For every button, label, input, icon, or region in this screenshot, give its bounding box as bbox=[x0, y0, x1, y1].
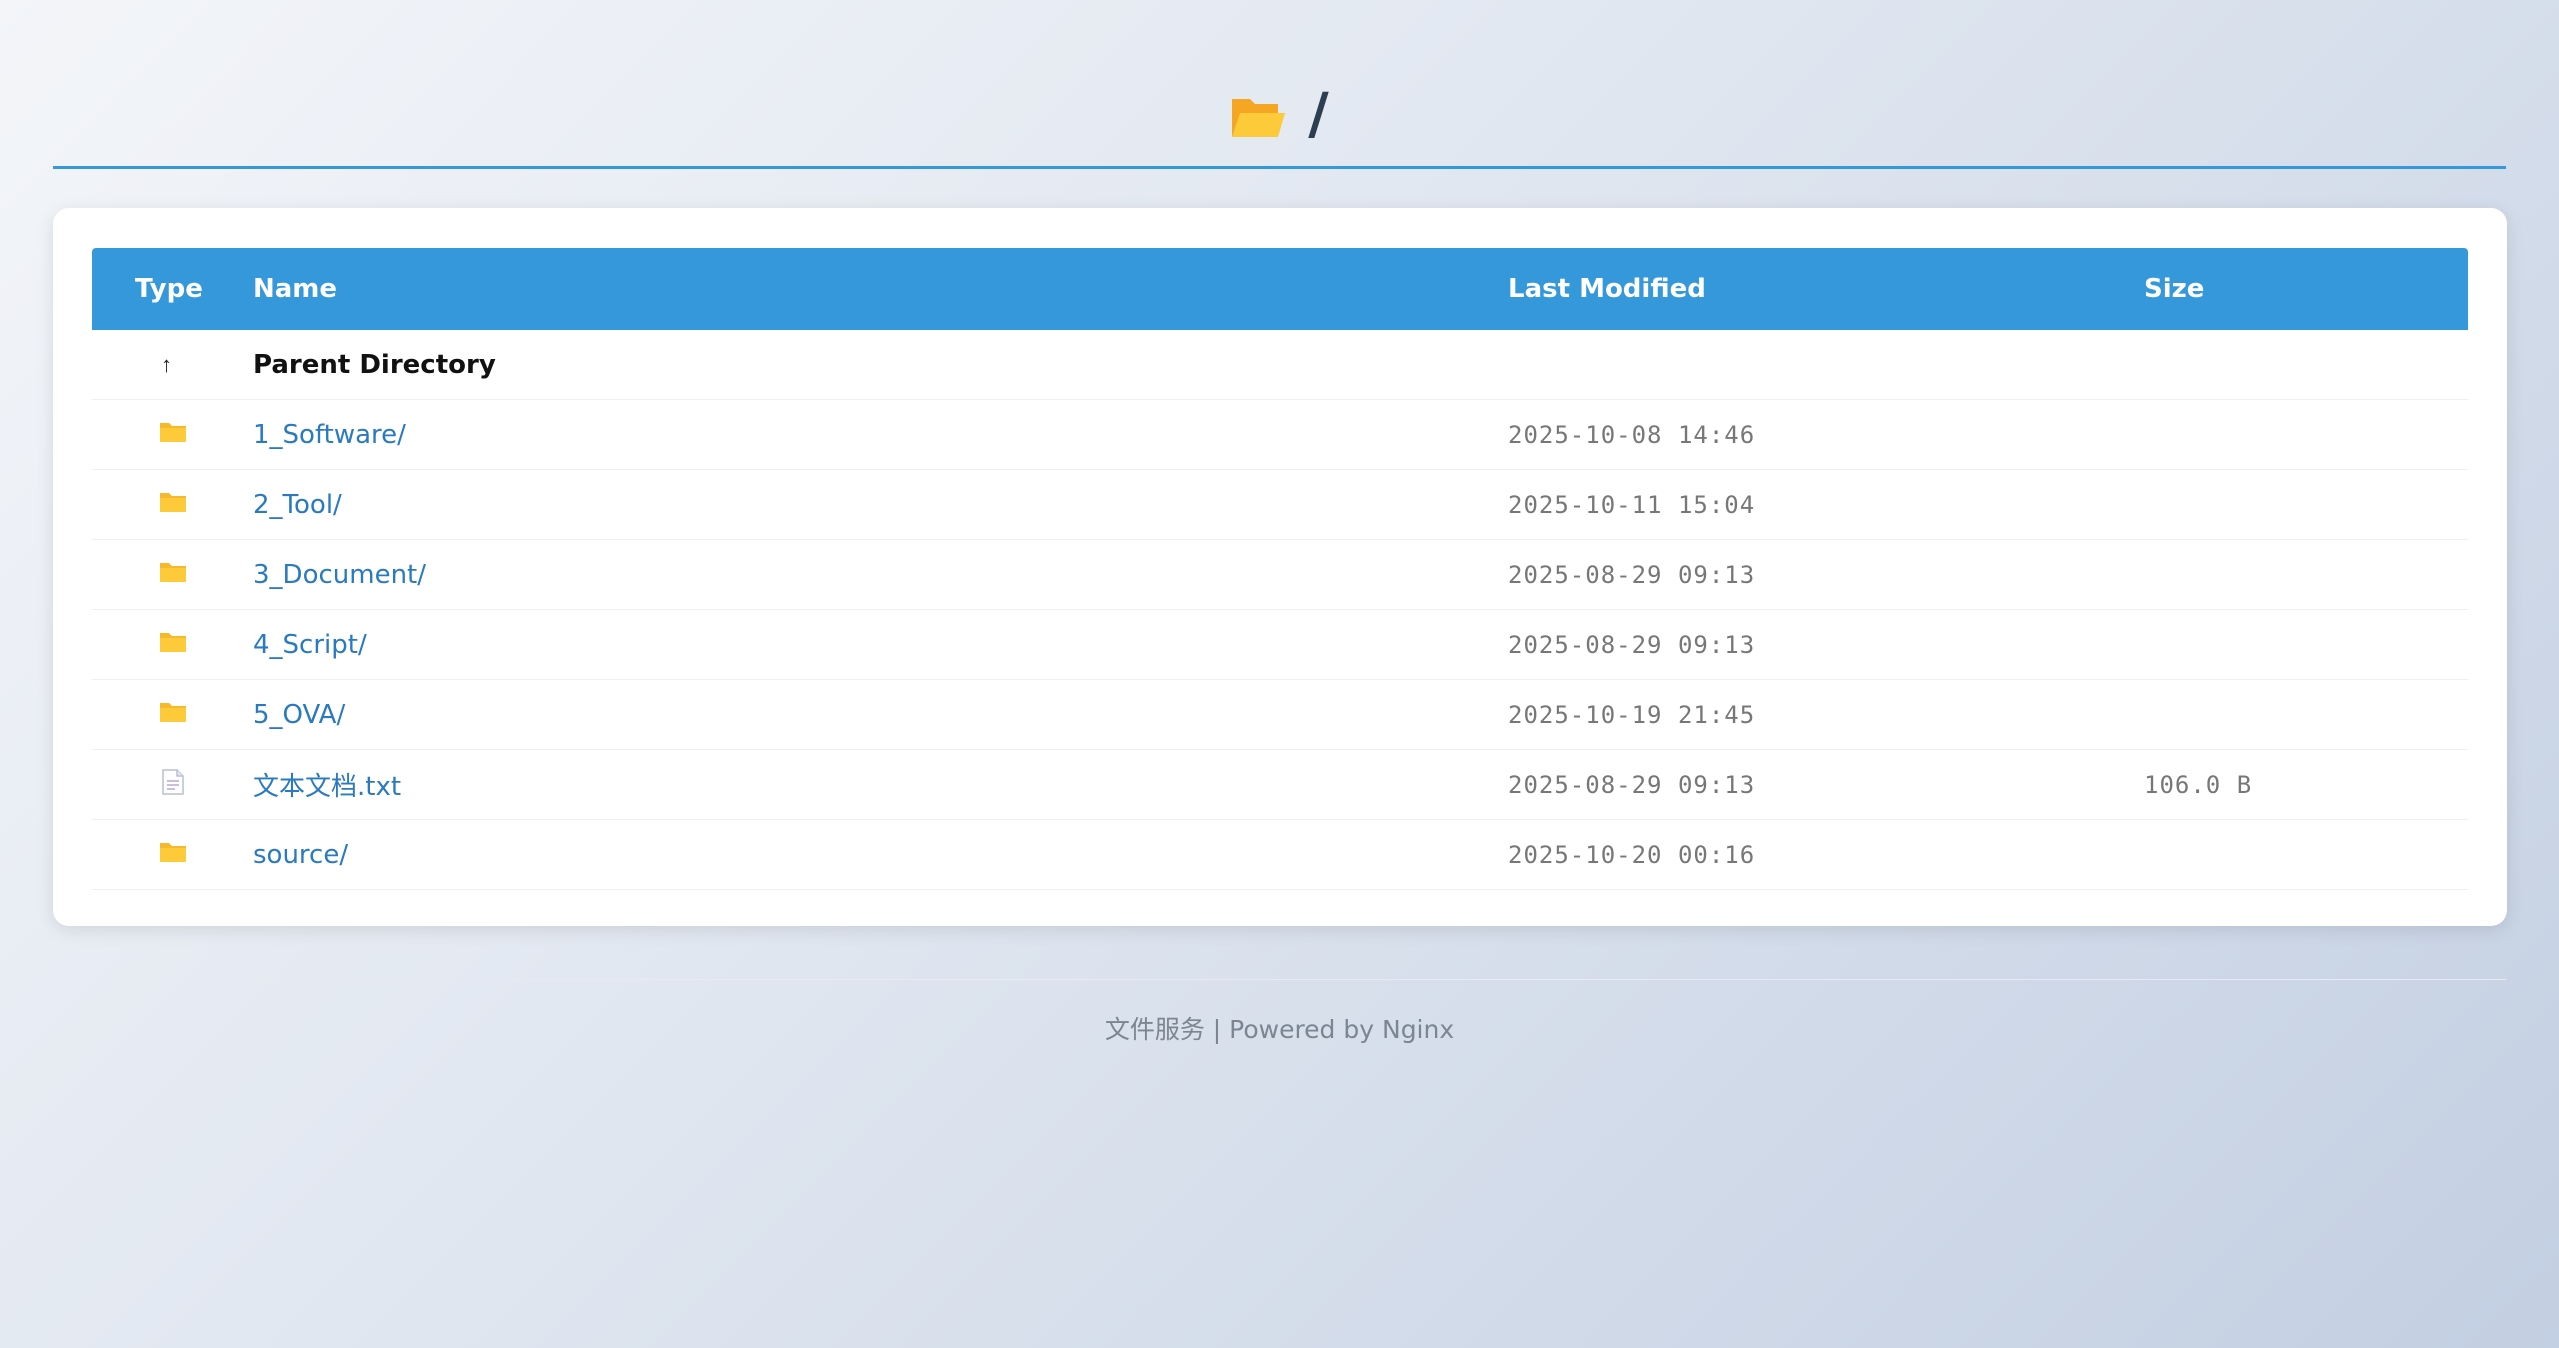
up-arrow-icon: ↑ bbox=[161, 351, 172, 377]
folder-icon bbox=[159, 700, 187, 729]
entry-modified: 2025-10-19 21:45 bbox=[1508, 700, 1756, 729]
column-header-last-modified: Last Modified bbox=[1508, 274, 1706, 304]
column-header-size: Size bbox=[2144, 274, 2205, 304]
table-row[interactable]: 3_Document/2025-08-29 09:13 bbox=[92, 540, 2468, 610]
entry-name-link[interactable]: 文本文档.txt bbox=[253, 772, 401, 802]
footer-divider bbox=[53, 979, 2506, 980]
entry-modified: 2025-08-29 09:13 bbox=[1508, 770, 1756, 799]
page-title: / bbox=[1230, 81, 1329, 147]
entry-name-link[interactable]: 3_Document/ bbox=[253, 560, 426, 590]
table-row[interactable]: 文本文档.txt 2025-08-29 09:13 106.0 B bbox=[92, 750, 2468, 820]
entry-size: 106.0 B bbox=[2144, 770, 2253, 799]
listing-card: Type Name Last Modified Size ↑ Parent Di… bbox=[53, 208, 2507, 926]
folder-icon bbox=[159, 840, 187, 869]
column-header-type: Type bbox=[135, 274, 203, 304]
file-table: Type Name Last Modified Size ↑ Parent Di… bbox=[92, 248, 2468, 890]
entry-name-link[interactable]: 2_Tool/ bbox=[253, 490, 342, 520]
entry-name-link[interactable]: 5_OVA/ bbox=[253, 700, 345, 730]
entry-modified: 2025-08-29 09:13 bbox=[1508, 630, 1756, 659]
table-row[interactable]: 5_OVA/2025-10-19 21:45 bbox=[92, 680, 2468, 750]
footer: 文件服务 | Powered by Nginx bbox=[1104, 1015, 1455, 1044]
entry-name-link[interactable]: source/ bbox=[253, 840, 348, 870]
table-row[interactable]: source/2025-10-20 00:16 bbox=[92, 820, 2468, 890]
file-icon bbox=[161, 769, 184, 800]
table-row[interactable]: 2_Tool/2025-10-11 15:04 bbox=[92, 470, 2468, 540]
open-folder-icon bbox=[1230, 90, 1286, 138]
table-row[interactable]: 4_Script/2025-08-29 09:13 bbox=[92, 610, 2468, 680]
parent-directory-row[interactable]: ↑ Parent Directory bbox=[92, 330, 2468, 400]
folder-icon bbox=[159, 560, 187, 589]
page-title-text: / bbox=[1308, 81, 1329, 147]
folder-icon bbox=[159, 490, 187, 519]
parent-directory-link[interactable]: Parent Directory bbox=[253, 350, 496, 380]
entry-name-link[interactable]: 4_Script/ bbox=[253, 630, 367, 660]
column-header-name: Name bbox=[253, 274, 338, 304]
folder-icon bbox=[159, 420, 187, 449]
entry-name-link[interactable]: 1_Software/ bbox=[253, 420, 406, 450]
entry-modified: 2025-10-11 15:04 bbox=[1508, 490, 1756, 519]
table-header: Type Name Last Modified Size bbox=[92, 248, 2468, 330]
entry-modified: 2025-10-08 14:46 bbox=[1508, 420, 1756, 449]
page-header: / bbox=[53, 62, 2506, 169]
table-row[interactable]: 1_Software/2025-10-08 14:46 bbox=[92, 400, 2468, 470]
folder-icon bbox=[159, 630, 187, 659]
entry-modified: 2025-10-20 00:16 bbox=[1508, 840, 1756, 869]
entry-modified: 2025-08-29 09:13 bbox=[1508, 560, 1756, 589]
